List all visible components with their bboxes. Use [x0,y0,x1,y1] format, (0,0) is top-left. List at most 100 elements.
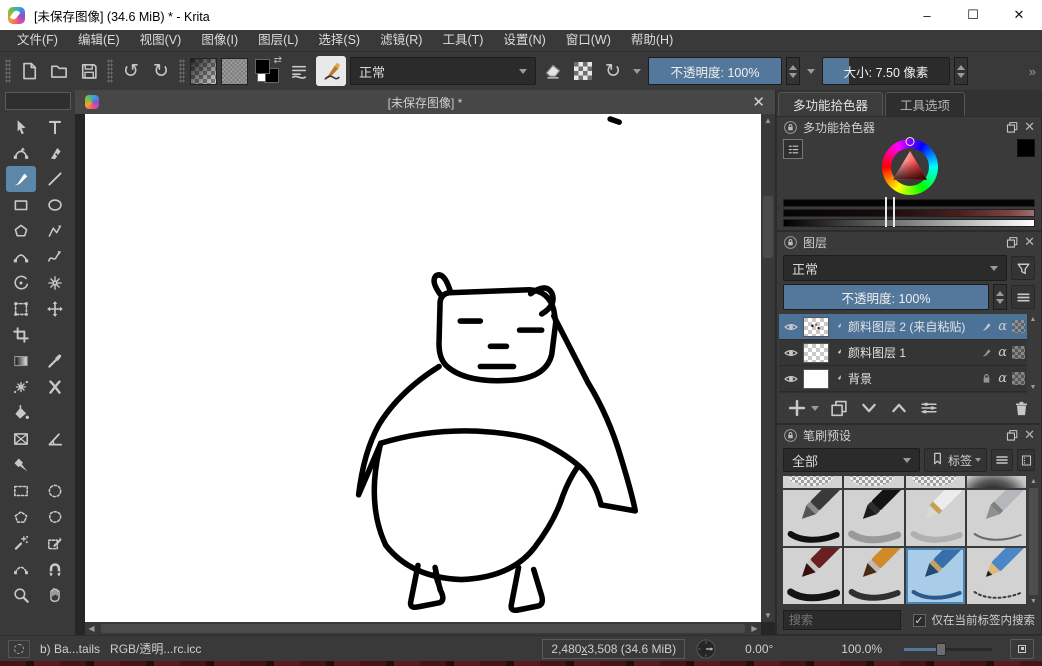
inherit-alpha-icon[interactable] [980,320,993,333]
scroll-up-icon[interactable]: ▲ [1028,476,1039,487]
menu-8[interactable]: 设置(N) [494,30,554,51]
preset-ink-ballpen[interactable] [783,490,842,546]
opacity-slider[interactable]: 不透明度: 100% [648,57,782,85]
add-layer-button[interactable] [787,398,807,418]
toolbar-handle[interactable] [5,59,11,83]
menu-6[interactable]: 滤镜(R) [371,30,431,51]
tool-dynamic-brush[interactable] [6,270,36,296]
value-bar[interactable] [783,199,1035,207]
preset-paint-detail[interactable] [844,548,903,604]
preset-watercolor[interactable] [906,548,965,604]
layer-visibility-icon[interactable] [783,345,799,361]
add-layer-dropdown-icon[interactable] [811,406,819,411]
maximize-button[interactable]: ☐ [950,0,996,30]
float-docker-icon[interactable] [1005,428,1019,442]
toolbox-header[interactable] [5,92,71,110]
menu-5[interactable]: 选择(S) [309,30,369,51]
color-wheel[interactable] [882,139,938,195]
delete-layer-button[interactable] [1012,399,1031,418]
tool-text[interactable] [40,114,70,140]
tool-line[interactable] [40,166,70,192]
tool-similar-select[interactable] [40,530,70,556]
tool-polyline[interactable] [40,218,70,244]
layer-visibility-icon[interactable] [783,371,799,387]
scroll-down-icon[interactable]: ▼ [1028,596,1039,607]
layer-name[interactable]: 颜料图层 2 (来自粘贴) [848,318,976,335]
tool-smart-patch[interactable] [40,374,70,400]
lock-icon[interactable] [783,235,798,250]
gradient-swatch[interactable] [190,58,217,85]
layer-visibility-icon[interactable] [783,319,799,335]
menu-2[interactable]: 视图(V) [131,30,191,51]
scroll-left-icon[interactable]: ◀ [85,622,98,635]
preset-scroll-thumb[interactable] [1029,488,1038,595]
layer-properties-button[interactable] [919,398,939,418]
tool-move[interactable] [40,296,70,322]
alpha-lock-icon[interactable]: α [998,345,1007,360]
layer-opacity-slider[interactable]: 不透明度: 100% [783,284,989,310]
brush-size-slider[interactable]: 大小: 7.50 像素 [822,57,950,85]
canvas-rotation-dial[interactable] [695,638,717,660]
tool-rect-select[interactable] [6,478,36,504]
scroll-right-icon[interactable]: ▶ [748,622,761,635]
vertical-scroll-thumb[interactable] [763,196,773,258]
scroll-down-icon[interactable]: ▼ [761,609,775,622]
lock-icon[interactable] [783,120,798,135]
preset-eraser-soft[interactable] [906,476,965,488]
layer-row[interactable]: 背景α [779,366,1039,392]
close-docker-icon[interactable]: ✕ [1024,119,1035,135]
tool-polygon[interactable] [6,218,36,244]
tool-multibrush[interactable] [40,270,70,296]
preset-ink-gpen[interactable] [906,490,965,546]
tool-colorize-mask[interactable] [6,374,36,400]
preset-scrollbar[interactable]: ▲ ▼ [1028,476,1039,607]
menu-3[interactable]: 图像(I) [192,30,247,51]
scroll-up-icon[interactable]: ▲ [1027,314,1039,325]
layer-thumbnail[interactable] [803,369,829,389]
tool-measure[interactable] [40,426,70,452]
tool-freehand-path[interactable] [40,244,70,270]
tool-gradient[interactable] [6,348,36,374]
toolbar-handle[interactable] [179,59,185,83]
float-docker-icon[interactable] [1005,235,1019,249]
layer-row[interactable]: 颜料图层 1α [779,340,1039,366]
float-docker-icon[interactable] [1005,120,1019,134]
menu-7[interactable]: 工具(T) [433,30,492,51]
brush-size-spinner[interactable] [954,57,968,85]
preset-filter-combo[interactable]: 全部 [783,448,920,472]
toolbar-overflow-button[interactable]: » [1029,64,1038,79]
preset-ink-pen-rough[interactable] [967,490,1026,546]
layer-options-button[interactable] [1011,285,1035,309]
tool-crop[interactable] [6,322,36,348]
preserve-alpha-button[interactable] [570,58,596,84]
tool-rectangle[interactable] [6,192,36,218]
foreground-background-colors[interactable]: ⇄ [252,57,282,85]
scroll-down-icon[interactable]: ▼ [1027,382,1039,393]
menu-9[interactable]: 窗口(W) [557,30,620,51]
preset-airbrush-soft[interactable] [967,476,1026,488]
inherit-alpha-icon[interactable] [980,346,993,359]
save-button[interactable] [76,58,102,84]
lightness-bar[interactable] [783,219,1035,227]
preset-eraser-small[interactable] [844,476,903,488]
open-document-button[interactable] [46,58,72,84]
move-layer-up-button[interactable] [889,398,909,418]
foreground-color[interactable] [255,59,270,74]
preset-eraser-circle[interactable] [783,476,842,488]
tool-bezier-select[interactable] [6,556,36,582]
tag-button[interactable]: 标签 [924,448,987,472]
layer-filter-button[interactable] [1011,256,1035,280]
minimize-button[interactable]: – [904,0,950,30]
toolbar-handle[interactable] [107,59,113,83]
alpha-channel-icon[interactable] [1012,320,1025,333]
layer-lock-icon[interactable] [980,372,993,385]
undo-button[interactable]: ↺ [118,58,144,84]
canvas-only-mode-button[interactable] [1010,639,1034,659]
color-history-bars[interactable] [777,195,1041,227]
tab-tool-options[interactable]: 工具选项 [885,92,965,116]
duplicate-layer-button[interactable] [829,398,849,418]
layer-thumbnail[interactable] [803,317,829,337]
brush-preset-chooser-button[interactable] [286,58,312,84]
preset-paint-basic[interactable] [783,548,842,604]
close-button[interactable]: ✕ [996,0,1042,30]
